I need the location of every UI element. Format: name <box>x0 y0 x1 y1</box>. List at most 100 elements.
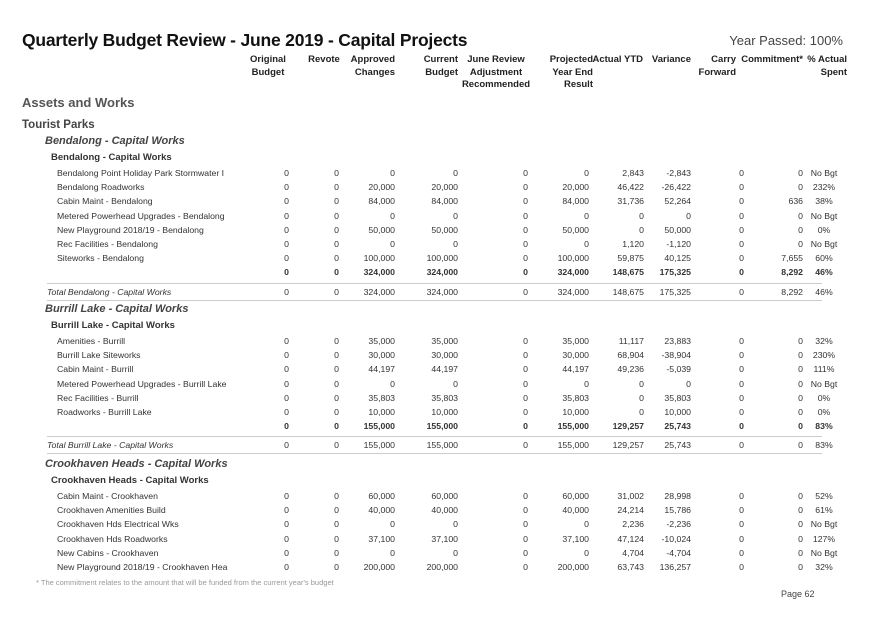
cell-col-9: 0 <box>798 224 803 235</box>
col-header-revote: Revote <box>308 54 340 65</box>
cell-col-9: 0 <box>798 168 803 178</box>
cell-col-7: -2,843 <box>666 168 691 178</box>
cell-col-3: 84,000 <box>431 196 458 207</box>
cell-col-3: 10,000 <box>431 406 458 417</box>
subtotal-row: 0 0 324,000 324,000 0 324,000 148,675 175,325 0 8… <box>0 265 889 279</box>
table-row: Crookhaven Hds Roadworks 0 0 37,100 37,100 0… <box>0 532 889 546</box>
cell-col-7: 175,325 <box>659 286 691 297</box>
cell-col-3: 324,000 <box>426 267 458 278</box>
row-name: Cabin Maint - Burrill <box>57 364 134 375</box>
cell-col-4: 0 <box>523 547 528 558</box>
col-header-current-budget: Current Budget <box>423 54 458 78</box>
row-name: Crookhaven Amenities Build <box>57 505 166 516</box>
cell-col-4: 0 <box>523 505 528 516</box>
cell-col-5: 35,000 <box>562 336 589 346</box>
table-row: Rec Facilities - Burrill 0 0 35,803 35,803 0… <box>0 391 889 405</box>
table-row: New Cabins - Crookhaven 0 0 0 0 0 0 4,704 -4,70… <box>0 546 889 560</box>
cell-col-3: 0 <box>453 238 458 249</box>
cell-col-5: 100,000 <box>557 253 589 264</box>
cell-col-5: 35,803 <box>562 392 589 403</box>
cell-col-1: 0 <box>334 253 339 264</box>
group-subtitle: Burrill Lake - Capital Works <box>51 320 175 331</box>
total-row-name: Total Burrill Lake - Capital Works <box>47 440 174 451</box>
cell-pct-actual-spent: 0% <box>817 224 831 235</box>
cell-pct-actual-spent: No Bgt <box>810 210 838 221</box>
table-row: Burrill Lake Siteworks 0 0 30,000 30,000 0 30… <box>0 348 889 362</box>
row-name: Metered Powerhead Upgrades - Burrill Lak… <box>57 378 227 389</box>
row-name: Cabin Maint - Bendalong <box>57 196 153 207</box>
cell-col-4: 0 <box>523 182 528 193</box>
cell-pct-actual-spent: 52% <box>815 491 833 501</box>
cell-col-4: 0 <box>523 210 528 221</box>
row-name: Burrill Lake Siteworks <box>57 350 141 361</box>
cell-col-9: 0 <box>798 561 803 572</box>
cell-col-5: 44,197 <box>562 364 589 375</box>
cell-col-2: 0 <box>390 238 395 249</box>
cell-pct-actual-spent: No Bgt <box>810 519 838 530</box>
cell-col-4: 0 <box>523 406 528 417</box>
row-name: Bendalong Point Holiday Park Stormwater … <box>57 168 225 178</box>
cell-col-5: 324,000 <box>557 267 589 278</box>
cell-pct-actual-spent: 46% <box>815 267 833 278</box>
cell-pct-actual-spent: 38% <box>815 196 833 207</box>
cell-col-7: 15,786 <box>664 505 691 516</box>
cell-col-2: 40,000 <box>368 505 395 516</box>
cell-col-2: 155,000 <box>363 421 395 432</box>
cell-col-8: 0 <box>739 519 744 530</box>
cell-col-4: 0 <box>523 533 528 544</box>
col-header-carry-forward: Carry Forward <box>698 54 736 78</box>
row-name: Crookhaven Hds Electrical Wks <box>57 519 179 530</box>
cell-col-4: 0 <box>523 224 528 235</box>
cell-col-3: 0 <box>453 547 458 558</box>
cell-col-2: 324,000 <box>363 286 395 297</box>
cell-col-1: 0 <box>334 364 339 375</box>
group-title: Bendalong - Capital Works <box>45 135 185 147</box>
cell-col-3: 60,000 <box>431 491 458 501</box>
row-name: Bendalong Roadworks <box>57 182 145 193</box>
cell-col-3: 0 <box>453 378 458 389</box>
cell-col-9: 0 <box>798 378 803 389</box>
group-subtitle: Crookhaven Heads - Capital Works <box>51 475 209 486</box>
cell-col-9: 0 <box>798 336 803 346</box>
cell-col-3: 0 <box>453 519 458 530</box>
cell-pct-actual-spent: 60% <box>815 253 833 264</box>
cell-col-8: 0 <box>739 182 744 193</box>
cell-col-8: 0 <box>739 350 744 361</box>
cell-col-9: 0 <box>798 547 803 558</box>
cell-col-9: 636 <box>788 196 804 207</box>
group-title: Crookhaven Heads - Capital Works <box>45 458 228 470</box>
cell-col-7: -26,422 <box>661 182 691 193</box>
col-header-june-review: June Review Adjustment Recommended <box>461 54 531 90</box>
row-name: New Playground 2018/19 - Bendalong <box>57 224 204 235</box>
group-title: Burrill Lake - Capital Works <box>45 303 189 315</box>
cell-col-4: 0 <box>523 253 528 264</box>
cell-col-3: 37,100 <box>431 533 458 544</box>
cell-col-5: 324,000 <box>557 286 589 297</box>
year-passed-label: Year Passed: 100% <box>729 33 843 48</box>
cell-col-8: 0 <box>739 406 744 417</box>
cell-pct-actual-spent: 83% <box>815 421 833 432</box>
row-name: Amenities - Burrill <box>57 336 126 346</box>
cell-col-7: 175,325 <box>659 267 691 278</box>
row-name: Rec Facilities - Bendalong <box>57 238 158 249</box>
report-title: Quarterly Budget Review - June 2019 - Ca… <box>22 30 468 50</box>
cell-col-7: -38,904 <box>661 350 691 361</box>
table-row: Siteworks - Bendalong 0 0 100,000 100,000 0 1… <box>0 251 889 265</box>
cell-col-7: 25,743 <box>664 421 691 432</box>
row-name: Rec Facilities - Burrill <box>57 392 139 403</box>
cell-col-1: 0 <box>334 182 339 193</box>
cell-col-5: 0 <box>584 238 589 249</box>
cell-col-7: 50,000 <box>664 224 691 235</box>
cell-col-7: 0 <box>686 210 691 221</box>
cell-pct-actual-spent: 0% <box>817 392 831 403</box>
cell-col-4: 0 <box>523 561 528 572</box>
cell-col-9: 8,292 <box>781 286 803 297</box>
cell-col-3: 44,197 <box>431 364 458 375</box>
row-name: New Cabins - Crookhaven <box>57 547 159 558</box>
cell-col-1: 0 <box>334 267 339 278</box>
cell-col-9: 0 <box>798 421 803 432</box>
cell-col-2: 0 <box>390 519 395 530</box>
cell-col-5: 0 <box>584 168 589 178</box>
table-row: Bendalong Point Holiday Park Stormwater … <box>0 166 889 180</box>
cell-col-2: 200,000 <box>363 561 395 572</box>
